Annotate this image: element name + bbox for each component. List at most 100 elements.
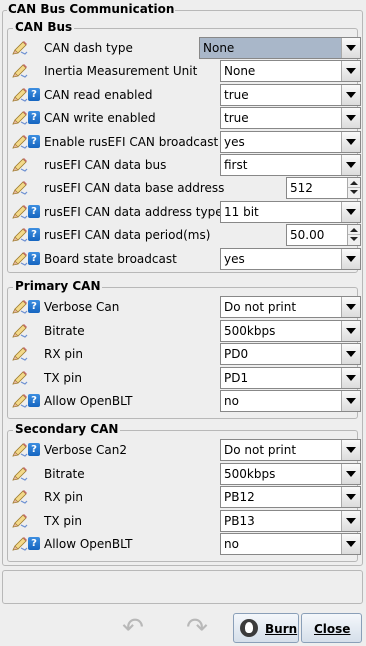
setting-label: rusEFI CAN data base address xyxy=(44,181,225,196)
pencil-icon[interactable] xyxy=(12,180,28,196)
undo-icon[interactable]: ↶ xyxy=(118,614,148,642)
spinner-down-icon[interactable] xyxy=(348,188,360,198)
chevron-down-icon[interactable] xyxy=(341,344,360,365)
help-icon[interactable]: ? xyxy=(28,204,40,218)
setting-row: CAN dash type None xyxy=(12,37,361,59)
pencil-icon[interactable] xyxy=(12,204,28,220)
setting-dropdown[interactable]: PB13 xyxy=(220,509,361,532)
close-button[interactable]: Close xyxy=(301,613,362,643)
setting-dropdown[interactable]: yes xyxy=(220,247,361,270)
chevron-down-icon[interactable] xyxy=(341,108,360,129)
chevron-down-icon[interactable] xyxy=(341,38,360,58)
help-icon[interactable]: ? xyxy=(28,228,40,242)
chevron-down-icon[interactable] xyxy=(341,534,360,555)
setting-dropdown[interactable]: no xyxy=(220,390,361,413)
pencil-icon[interactable] xyxy=(12,299,28,315)
help-icon[interactable]: ? xyxy=(28,443,40,456)
pencil-icon[interactable] xyxy=(12,227,28,243)
help-icon[interactable]: ? xyxy=(28,537,40,551)
spinner-up-icon[interactable] xyxy=(348,225,360,236)
dropdown-value: yes xyxy=(224,134,245,149)
pencil-icon[interactable] xyxy=(12,63,28,79)
dropdown-value: 500kbps xyxy=(224,323,276,338)
pencil-icon[interactable] xyxy=(12,536,28,552)
dropdown-value: true xyxy=(224,87,249,102)
group-can-bus: CAN Bus CAN dash type None Inertia Measurem… xyxy=(7,20,361,273)
setting-row: RX pin PB12 xyxy=(12,486,361,509)
setting-label: Verbose Can2 xyxy=(44,443,127,457)
pencil-icon[interactable] xyxy=(12,323,28,339)
pencil-icon[interactable] xyxy=(12,489,28,505)
setting-spinner[interactable]: 512 xyxy=(286,177,361,200)
pencil-icon[interactable] xyxy=(12,393,28,409)
chevron-down-icon[interactable] xyxy=(341,367,360,388)
setting-spinner[interactable]: 50.00 xyxy=(286,224,361,247)
setting-dropdown[interactable]: PD0 xyxy=(220,343,361,366)
setting-dropdown[interactable]: None xyxy=(220,60,361,83)
group-title: Primary CAN xyxy=(13,279,103,293)
spinner-value: 50.00 xyxy=(290,228,325,243)
setting-dropdown[interactable]: PD1 xyxy=(220,366,361,389)
chevron-down-icon[interactable] xyxy=(341,131,360,152)
setting-row: Inertia Measurement Unit None xyxy=(12,60,361,83)
spinner-down-icon[interactable] xyxy=(348,235,360,245)
setting-label: Allow OpenBLT xyxy=(44,537,133,552)
pencil-icon[interactable] xyxy=(12,442,28,458)
chevron-down-icon[interactable] xyxy=(341,84,360,105)
help-icon[interactable]: ? xyxy=(28,251,40,265)
setting-dropdown[interactable]: true xyxy=(220,107,361,130)
group-secondary-can: Secondary CAN? Verbose Can2 Do not print Bi… xyxy=(7,422,361,562)
setting-label: CAN dash type xyxy=(44,41,133,55)
setting-label: Bitrate xyxy=(44,466,85,481)
setting-dropdown[interactable]: 500kbps xyxy=(220,462,361,485)
chevron-down-icon[interactable] xyxy=(341,320,360,341)
setting-dropdown[interactable]: Do not print xyxy=(220,439,361,461)
pencil-icon[interactable] xyxy=(12,466,28,482)
pencil-icon[interactable] xyxy=(12,110,28,126)
setting-dropdown[interactable]: PB12 xyxy=(220,486,361,509)
chevron-down-icon[interactable] xyxy=(341,201,360,222)
chevron-down-icon[interactable] xyxy=(341,248,360,269)
pencil-icon[interactable] xyxy=(12,346,28,362)
burn-button[interactable]: Burn xyxy=(233,613,299,643)
setting-row: ? Verbose Can Do not print xyxy=(12,296,361,318)
chevron-down-icon[interactable] xyxy=(341,440,360,460)
setting-dropdown[interactable]: yes xyxy=(220,130,361,153)
setting-row: ? CAN write enabled true xyxy=(12,107,361,130)
group-title: CAN Bus xyxy=(13,20,75,34)
setting-dropdown[interactable]: None xyxy=(199,37,361,59)
help-icon[interactable]: ? xyxy=(28,111,40,125)
setting-label: RX pin xyxy=(44,347,83,362)
setting-dropdown[interactable]: first xyxy=(220,154,361,176)
chevron-down-icon[interactable] xyxy=(341,463,360,484)
pencil-icon[interactable] xyxy=(12,40,28,56)
panel-title: CAN Bus Communication xyxy=(7,2,176,16)
pencil-icon[interactable] xyxy=(12,87,28,103)
pencil-icon[interactable] xyxy=(12,513,28,529)
spinner-up-icon[interactable] xyxy=(348,178,360,189)
help-icon[interactable]: ? xyxy=(28,87,40,101)
chevron-down-icon[interactable] xyxy=(341,487,360,508)
pencil-icon[interactable] xyxy=(12,251,28,267)
setting-dropdown[interactable]: true xyxy=(220,83,361,106)
setting-row: ? Allow OpenBLT no xyxy=(12,533,361,556)
help-icon[interactable]: ? xyxy=(28,394,40,408)
dropdown-value: true xyxy=(224,111,249,126)
setting-dropdown[interactable]: no xyxy=(220,533,361,556)
redo-icon[interactable]: ↷ xyxy=(182,614,212,642)
help-icon[interactable]: ? xyxy=(28,300,40,313)
chevron-down-icon[interactable] xyxy=(341,510,360,531)
pencil-icon[interactable] xyxy=(12,157,28,173)
chevron-down-icon[interactable] xyxy=(341,155,360,175)
pencil-icon[interactable] xyxy=(12,134,28,150)
chevron-down-icon[interactable] xyxy=(341,297,360,317)
dropdown-value: Do not print xyxy=(224,443,297,457)
setting-dropdown[interactable]: Do not print xyxy=(220,296,361,318)
pencil-icon[interactable] xyxy=(12,370,28,386)
chevron-down-icon[interactable] xyxy=(341,391,360,412)
help-icon[interactable]: ? xyxy=(28,134,40,148)
setting-dropdown[interactable]: 500kbps xyxy=(220,319,361,342)
setting-row: ? Board state broadcast yes xyxy=(12,247,361,270)
chevron-down-icon[interactable] xyxy=(341,61,360,82)
setting-dropdown[interactable]: 11 bit xyxy=(220,200,361,223)
